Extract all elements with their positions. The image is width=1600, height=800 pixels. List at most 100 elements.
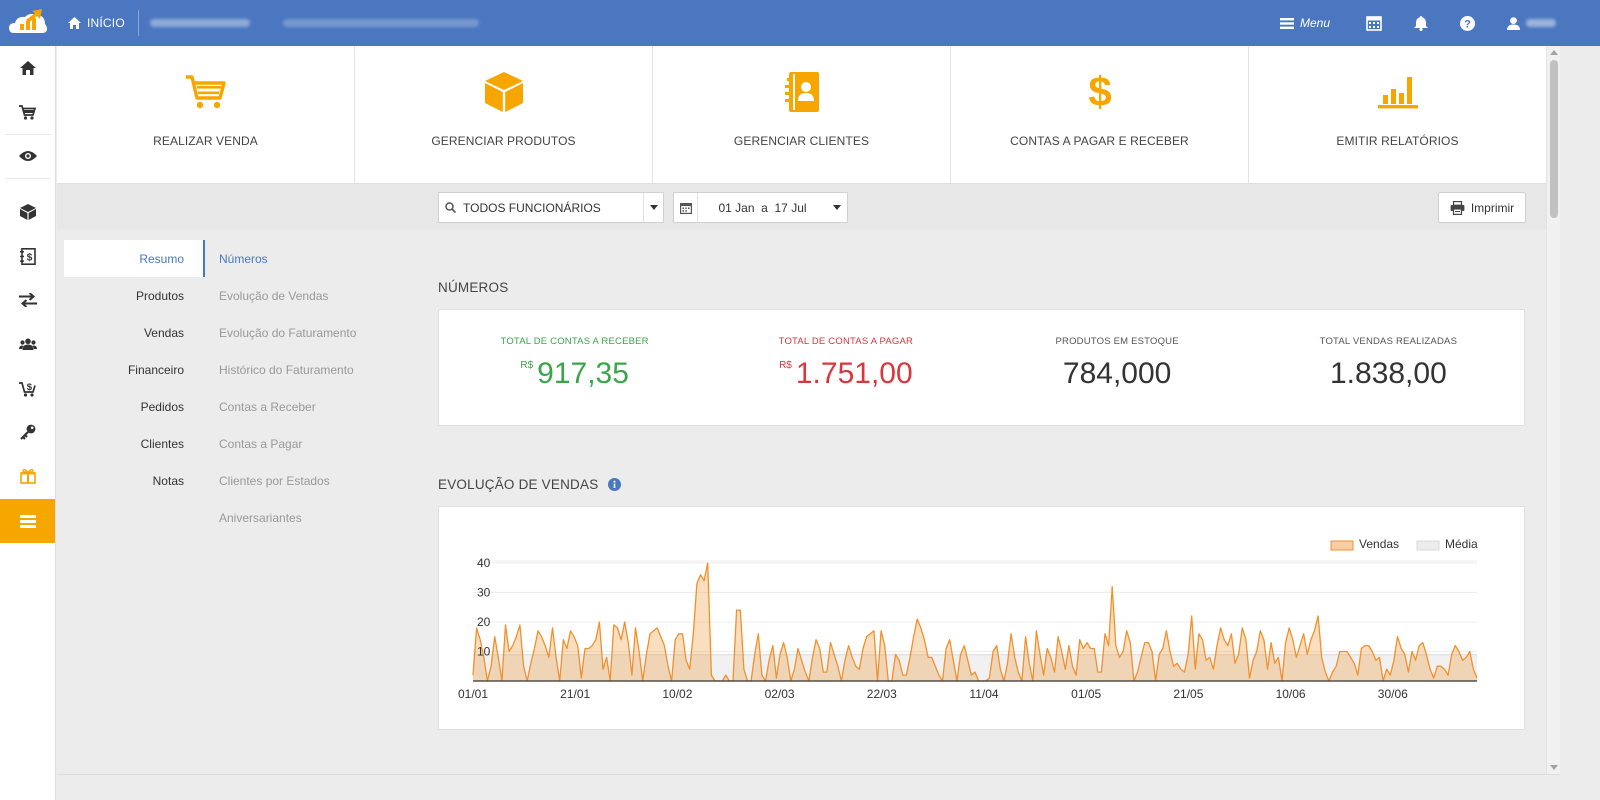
svg-text:$: $ [1088,71,1111,113]
nav-category-resumo[interactable]: Resumo [64,240,204,277]
y-tick-label: 20 [477,615,491,629]
kpi-value-row: 1.838,00 [1330,357,1447,391]
printer-icon [1450,200,1465,215]
section-title-text: EVOLUÇÃO DE VENDAS [438,477,599,492]
nav-category-pedidos[interactable]: Pedidos [64,388,204,425]
sidebar-item-menu[interactable] [0,499,55,543]
x-tick-label: 21/05 [1173,687,1203,701]
legend-label-media: Média [1445,537,1478,551]
sidebar-item-purchases[interactable]: $ [0,366,55,410]
nav-category-financeiro[interactable]: Financeiro [64,351,204,388]
nav-subitem-clientes-estados[interactable]: Clientes por Estados [219,462,399,499]
action-gerenciar-clientes[interactable]: GERENCIAR CLIENTES [653,46,951,183]
sales-chart-panel: 10 20 30 40 01/01 21/01 10/02 02/03 22/03 11/04 0… [438,506,1525,730]
sidebar-item-products[interactable] [0,190,55,234]
scroll-up-arrow[interactable] [1550,50,1558,55]
action-emitir-relatorios[interactable]: EMITIR RELATÓRIOS [1249,46,1546,183]
nav-subitem-evolucao-faturamento[interactable]: Evolução do Faturamento [219,314,399,351]
info-icon[interactable] [608,478,622,491]
action-label: GERENCIAR CLIENTES [733,134,870,148]
sidebar-item-home[interactable] [0,46,55,90]
x-tick-label: 10/02 [662,687,692,701]
user-menu[interactable] [1507,16,1556,30]
kpi-vendas-realizadas: TOTAL VENDAS REALIZADAS 1.838,00 [1253,310,1524,425]
kpi-label: TOTAL VENDAS REALIZADAS [1319,336,1458,347]
date-range-select[interactable]: 01 Jan a 17 Jul [673,192,848,223]
y-tick-label: 40 [477,556,491,570]
sales-evolution-chart: 10 20 30 40 01/01 21/01 10/02 02/03 22/03 11/04 0… [458,537,1478,701]
scroll-down-arrow[interactable] [1550,765,1558,770]
home-icon [19,61,36,75]
nav-subitem-evolucao-vendas[interactable]: Evolução de Vendas [219,277,399,314]
sidebar-item-settings[interactable] [0,410,55,454]
help-button[interactable]: ? [1460,15,1475,31]
nav-subitem-historico-faturamento[interactable]: Histórico do Faturamento [219,351,399,388]
box-icon [19,204,36,220]
nav-subitem-contas-pagar[interactable]: Contas a Pagar [219,425,399,462]
nav-subitem-numeros[interactable]: Números [219,240,399,277]
legend-swatch-vendas [1330,540,1354,551]
nav-category-clientes[interactable]: Clientes [64,425,204,462]
kpi-currency: R$ [779,360,792,371]
kpi-value-row: R$ 917,35 [520,357,629,391]
redacted-company-info [283,19,479,27]
employee-select-value: TODOS FUNCIONÁRIOS [463,200,601,215]
kpi-label: TOTAL DE CONTAS A PAGAR [778,336,914,347]
scrollbar-thumb[interactable] [1550,60,1558,218]
y-tick-label: 30 [477,585,491,599]
x-tick-label: 22/03 [867,687,897,701]
menu-icon [19,514,36,528]
y-tick-label: 10 [477,644,491,658]
calendar-icon [674,193,698,222]
sidebar-item-sales[interactable] [0,90,55,134]
kpi-value: 917,35 [537,357,629,390]
employee-select[interactable]: TODOS FUNCIONÁRIOS [438,192,664,223]
section-title-numeros: NÚMEROS [438,280,508,295]
kpi-label: PRODUTOS EM ESTOQUE [1055,336,1179,347]
x-tick-label: 01/01 [458,687,488,701]
x-tick-label: 11/04 [969,687,998,701]
kpi-panel: TOTAL DE CONTAS A RECEBER R$ 917,35 TOTA… [438,309,1525,426]
menu-button[interactable]: Menu [1279,16,1330,30]
section-title-text: NÚMEROS [438,280,509,295]
sidebar-item-view[interactable] [0,134,55,178]
action-realizar-venda[interactable]: REALIZAR VENDA [57,46,355,183]
nav-category-produtos[interactable]: Produtos [64,277,204,314]
filter-bar: TODOS FUNCIONÁRIOS 01 Jan a 17 Jul Impri… [57,184,1546,230]
menu-label: Menu [1299,16,1330,30]
address-book-icon [784,72,819,112]
kpi-value: 1.838,00 [1329,357,1447,390]
section-title-evolucao: EVOLUÇÃO DE VENDAS [438,477,622,492]
nav-category-vendas[interactable]: Vendas [64,314,204,351]
users-icon [18,338,37,350]
action-gerenciar-produtos[interactable]: GERENCIAR PRODUTOS [355,46,653,183]
page-scrollbar[interactable] [1546,46,1560,774]
sidebar-item-gift[interactable] [0,454,55,498]
x-tick-label: 10/06 [1276,687,1306,701]
print-button[interactable]: Imprimir [1438,192,1526,223]
home-link[interactable]: INÍCIO [68,0,125,46]
transfer-icon [18,293,37,307]
nav-category-notas[interactable]: Notas [64,462,204,499]
calendar-button[interactable] [1366,15,1382,31]
bar-chart-icon [1377,77,1418,109]
cart-icon [185,75,226,109]
sidebar-item-finance[interactable]: $ [0,234,55,278]
sidebar-item-transfers[interactable] [0,278,55,322]
nav-active-indicator [203,240,205,277]
chevron-down-icon [827,193,847,222]
sidebar-divider [6,178,50,179]
kpi-contas-receber: TOTAL DE CONTAS A RECEBER R$ 917,35 [439,310,710,425]
nav-subitem-aniversariantes[interactable]: Aniversariantes [219,499,399,536]
nav-subitem-contas-receber[interactable]: Contas a Receber [219,388,399,425]
date-range-value: 01 Jan a 17 Jul [718,200,807,215]
action-contas-pagar-receber[interactable]: $ CONTAS A PAGAR E RECEBER [951,46,1249,183]
x-tick-label: 30/06 [1378,687,1408,701]
redacted-company-name [150,19,250,27]
bell-icon [1414,15,1428,31]
notifications-button[interactable] [1414,15,1428,31]
kpi-value-row: 784,000 [1063,357,1171,391]
app-logo[interactable] [0,0,56,46]
sidebar-item-customers[interactable] [0,322,55,366]
cart-icon [19,104,36,120]
